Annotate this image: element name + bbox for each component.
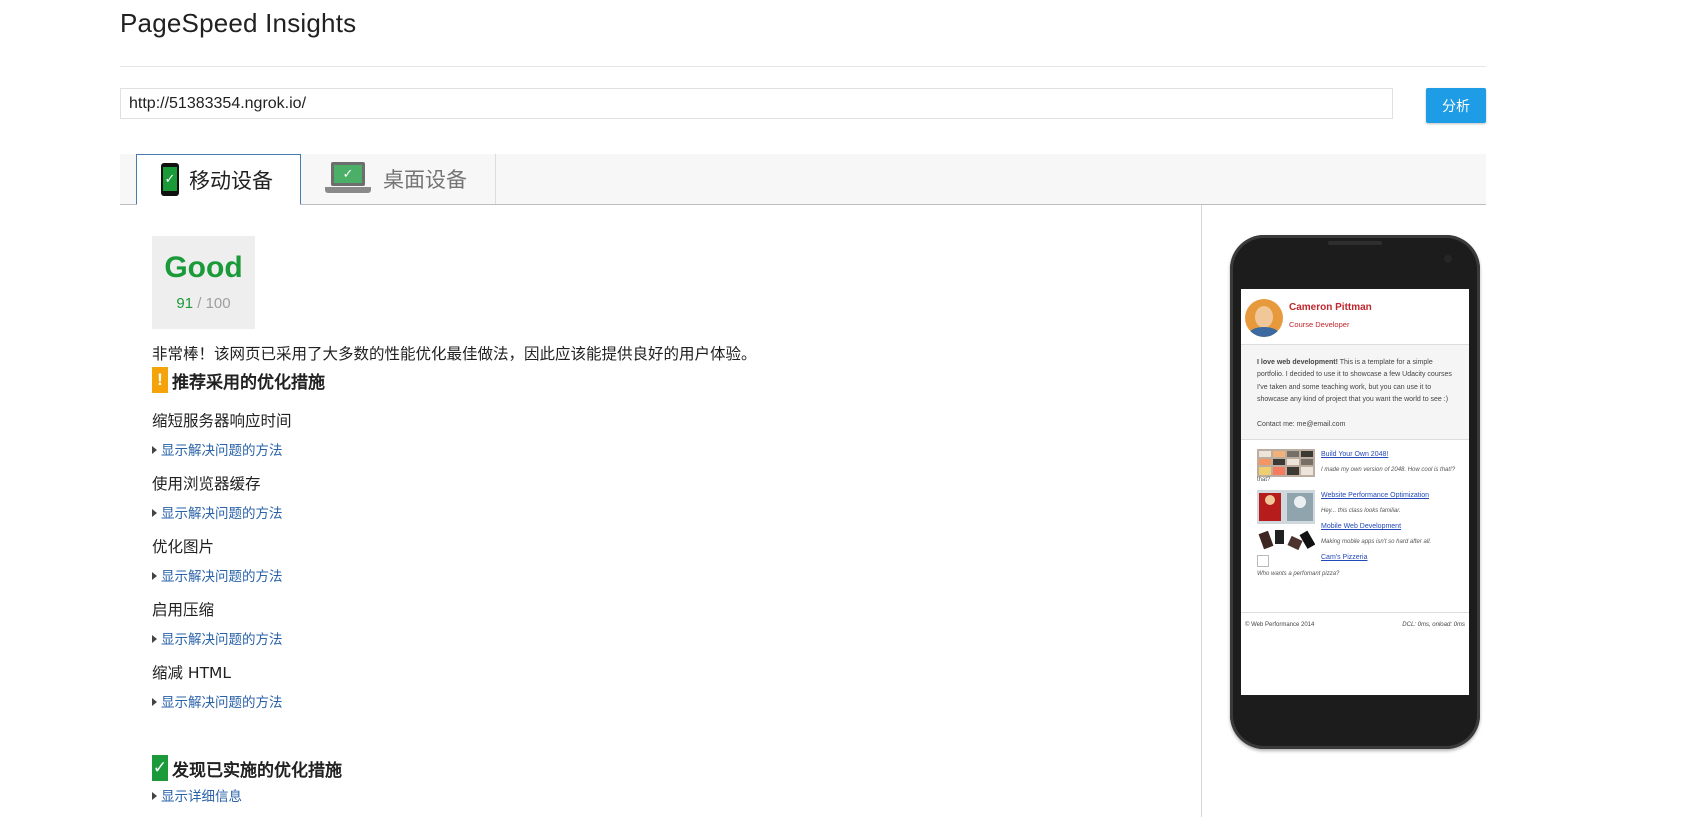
show-fix-link-label: 显示解决问题的方法: [161, 443, 283, 459]
project-thumbnail-2048: [1257, 449, 1315, 477]
check-icon: ✓: [152, 755, 168, 781]
rule-title: 缩短服务器响应时间: [152, 412, 292, 430]
preview-footer-left: © Web Performance 2014: [1245, 622, 1315, 628]
recommended-section-header: ! 推荐采用的优化措施: [152, 367, 325, 393]
show-fix-link[interactable]: 显示解决问题的方法: [152, 502, 283, 522]
show-fix-link[interactable]: 显示解决问题的方法: [152, 565, 283, 585]
project-link[interactable]: Build Your Own 2048!: [1321, 451, 1388, 458]
caret-right-icon: [152, 792, 157, 800]
project-desc: I made my own version of 2048. How cool …: [1321, 467, 1456, 473]
preview-footer: © Web Performance 2014 DCL: 0ms, onload:…: [1241, 612, 1469, 653]
project-link[interactable]: Mobile Web Development: [1321, 523, 1401, 530]
analyze-button[interactable]: 分析: [1426, 88, 1486, 123]
device-camera: [1444, 255, 1452, 263]
score-number: 91: [176, 295, 194, 312]
avatar: [1245, 299, 1283, 337]
rule-item: 启用压缩 显示解决问题的方法: [152, 598, 283, 648]
column-divider: [1201, 205, 1202, 817]
caret-right-icon: [152, 446, 157, 454]
tab-desktop-label: 桌面设备: [383, 168, 467, 192]
show-fix-link[interactable]: 显示解决问题的方法: [152, 628, 283, 648]
project-desc: Who wants a perfomant pizza?: [1257, 571, 1340, 577]
passed-details-row: 显示详细信息: [152, 785, 242, 805]
laptop-check-icon: ✓: [325, 162, 371, 196]
preview-role: Course Developer: [1289, 320, 1350, 329]
show-fix-link-label: 显示解决问题的方法: [161, 506, 283, 522]
preview-about-bold: I love web development!: [1257, 359, 1338, 366]
project-thumbnail-performance: [1257, 490, 1315, 524]
score-badge: Good 91 / 100: [152, 236, 255, 329]
rule-title: 使用浏览器缓存: [152, 475, 261, 493]
score-value: 91 / 100: [152, 295, 255, 312]
rule-item: 缩减 HTML 显示解决问题的方法: [152, 661, 283, 711]
device-tabs: ✓ 移动设备 ✓ 桌面设备: [120, 154, 1486, 205]
show-fix-link[interactable]: 显示解决问题的方法: [152, 691, 283, 711]
rule-title: 优化图片: [152, 538, 215, 556]
show-fix-link-label: 显示解决问题的方法: [161, 695, 283, 711]
preview-screen: Cameron Pittman Course Developer I love …: [1241, 289, 1469, 695]
preview-about: I love web development! This is a templa…: [1241, 345, 1469, 440]
rule-title: 启用压缩: [152, 601, 215, 619]
preview-name: Cameron Pittman: [1289, 302, 1372, 313]
score-separator: /: [193, 295, 206, 312]
tab-mobile-label: 移动设备: [189, 168, 273, 193]
preview-about-text: I love web development! This is a templa…: [1257, 357, 1457, 406]
rule-item: 使用浏览器缓存 显示解决问题的方法: [152, 472, 283, 522]
show-fix-link-label: 显示解决问题的方法: [161, 569, 283, 585]
caret-right-icon: [152, 509, 157, 517]
title-divider: [120, 66, 1486, 67]
show-details-link[interactable]: 显示详细信息: [152, 785, 242, 805]
project-desc: Making mobile apps isn't so hard after a…: [1321, 539, 1432, 545]
show-fix-link[interactable]: 显示解决问题的方法: [152, 439, 292, 459]
score-label: Good: [164, 251, 243, 284]
project-desc: Hey... this class looks familiar.: [1321, 508, 1401, 514]
page-container: PageSpeed Insights 分析 ✓ 移动设备 ✓ 桌面设备 Good…: [120, 0, 1486, 817]
project-link[interactable]: Website Performance Optimization: [1321, 492, 1429, 499]
caret-right-icon: [152, 635, 157, 643]
project-desc-wrap: that?: [1257, 477, 1271, 483]
caret-right-icon: [152, 572, 157, 580]
passed-section-header: ✓ 发现已实施的优化措施: [152, 755, 342, 781]
show-fix-link-label: 显示解决问题的方法: [161, 632, 283, 648]
warning-icon: !: [152, 367, 168, 393]
mobile-preview-device: Cameron Pittman Course Developer I love …: [1230, 235, 1480, 749]
summary-text: 非常棒！该网页已采用了大多数的性能优化最佳做法，因此应该能提供良好的用户体验。: [152, 345, 757, 363]
recommended-section-title: 推荐采用的优化措施: [172, 372, 325, 393]
score-max: 100: [205, 295, 231, 312]
rule-title: 缩减 HTML: [152, 664, 232, 682]
tab-desktop[interactable]: ✓ 桌面设备: [301, 154, 496, 204]
caret-right-icon: [152, 698, 157, 706]
show-details-link-label: 显示详细信息: [161, 789, 242, 805]
preview-footer-right: DCL: 0ms, onload: 0ms: [1402, 622, 1465, 628]
project-thumbnail-pizzeria: [1257, 555, 1269, 567]
rule-item: 优化图片 显示解决问题的方法: [152, 535, 283, 585]
project-link[interactable]: Cam's Pizzeria: [1321, 554, 1367, 561]
phone-check-icon: ✓: [161, 163, 179, 196]
preview-header: Cameron Pittman Course Developer: [1241, 289, 1469, 345]
rule-item: 缩短服务器响应时间 显示解决问题的方法: [152, 409, 292, 459]
tab-mobile[interactable]: ✓ 移动设备: [136, 154, 301, 205]
url-input[interactable]: [120, 88, 1393, 119]
project-thumbnail-mobile: [1257, 526, 1315, 556]
device-speaker: [1328, 241, 1382, 245]
preview-contact: Contact me: me@email.com: [1257, 421, 1346, 428]
app-title: PageSpeed Insights: [120, 8, 357, 38]
passed-section-title: 发现已实施的优化措施: [172, 760, 342, 781]
